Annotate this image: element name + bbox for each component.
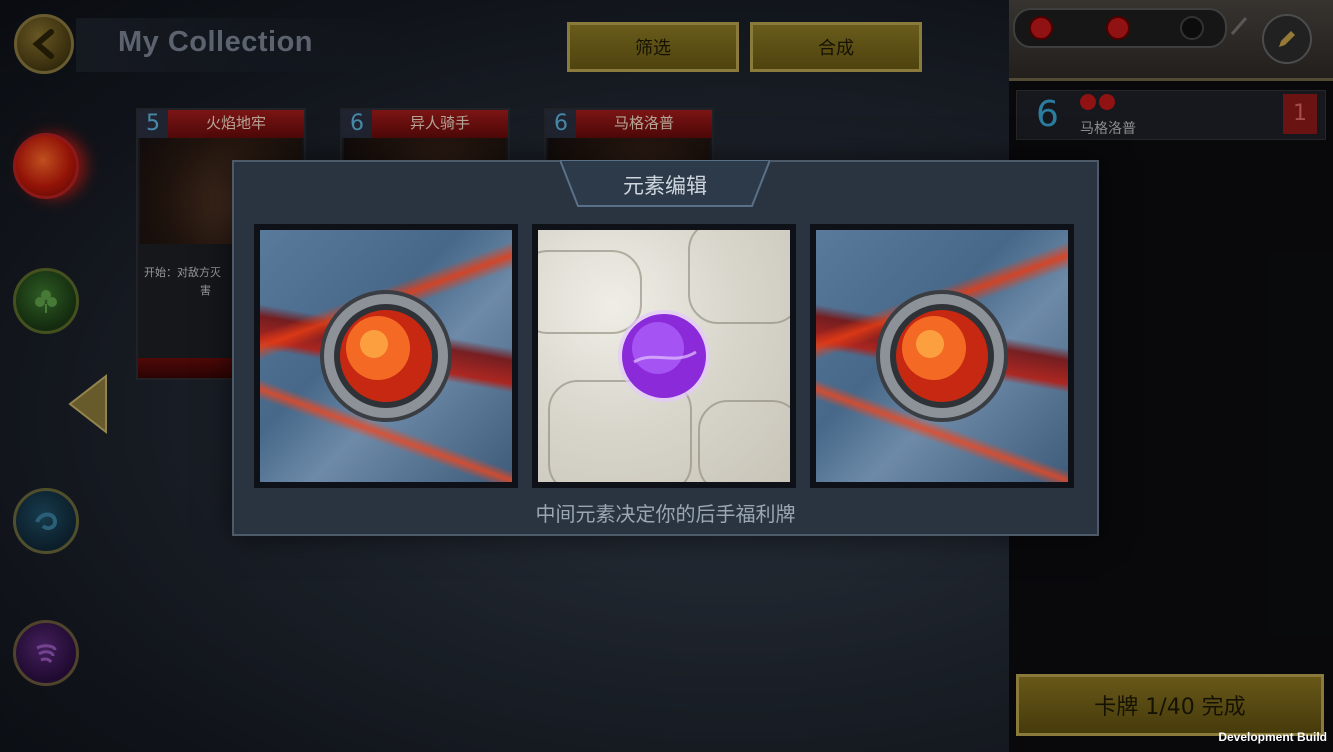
development-build-label: Development Build	[1218, 730, 1327, 744]
lava-background	[816, 230, 1068, 482]
element-slot-middle[interactable]	[532, 224, 796, 488]
void-orb-icon	[618, 310, 710, 402]
element-slot-right[interactable]	[810, 224, 1074, 488]
stone-crack	[698, 400, 790, 482]
lava-background	[260, 230, 512, 482]
modal-title: 元素编辑	[623, 174, 707, 198]
fire-orb-icon	[876, 290, 1008, 422]
element-slot-left[interactable]	[254, 224, 518, 488]
modal-hint-text: 中间元素决定你的后手福利牌	[535, 502, 796, 526]
fire-orb-icon	[320, 290, 452, 422]
stone-background	[538, 230, 790, 482]
